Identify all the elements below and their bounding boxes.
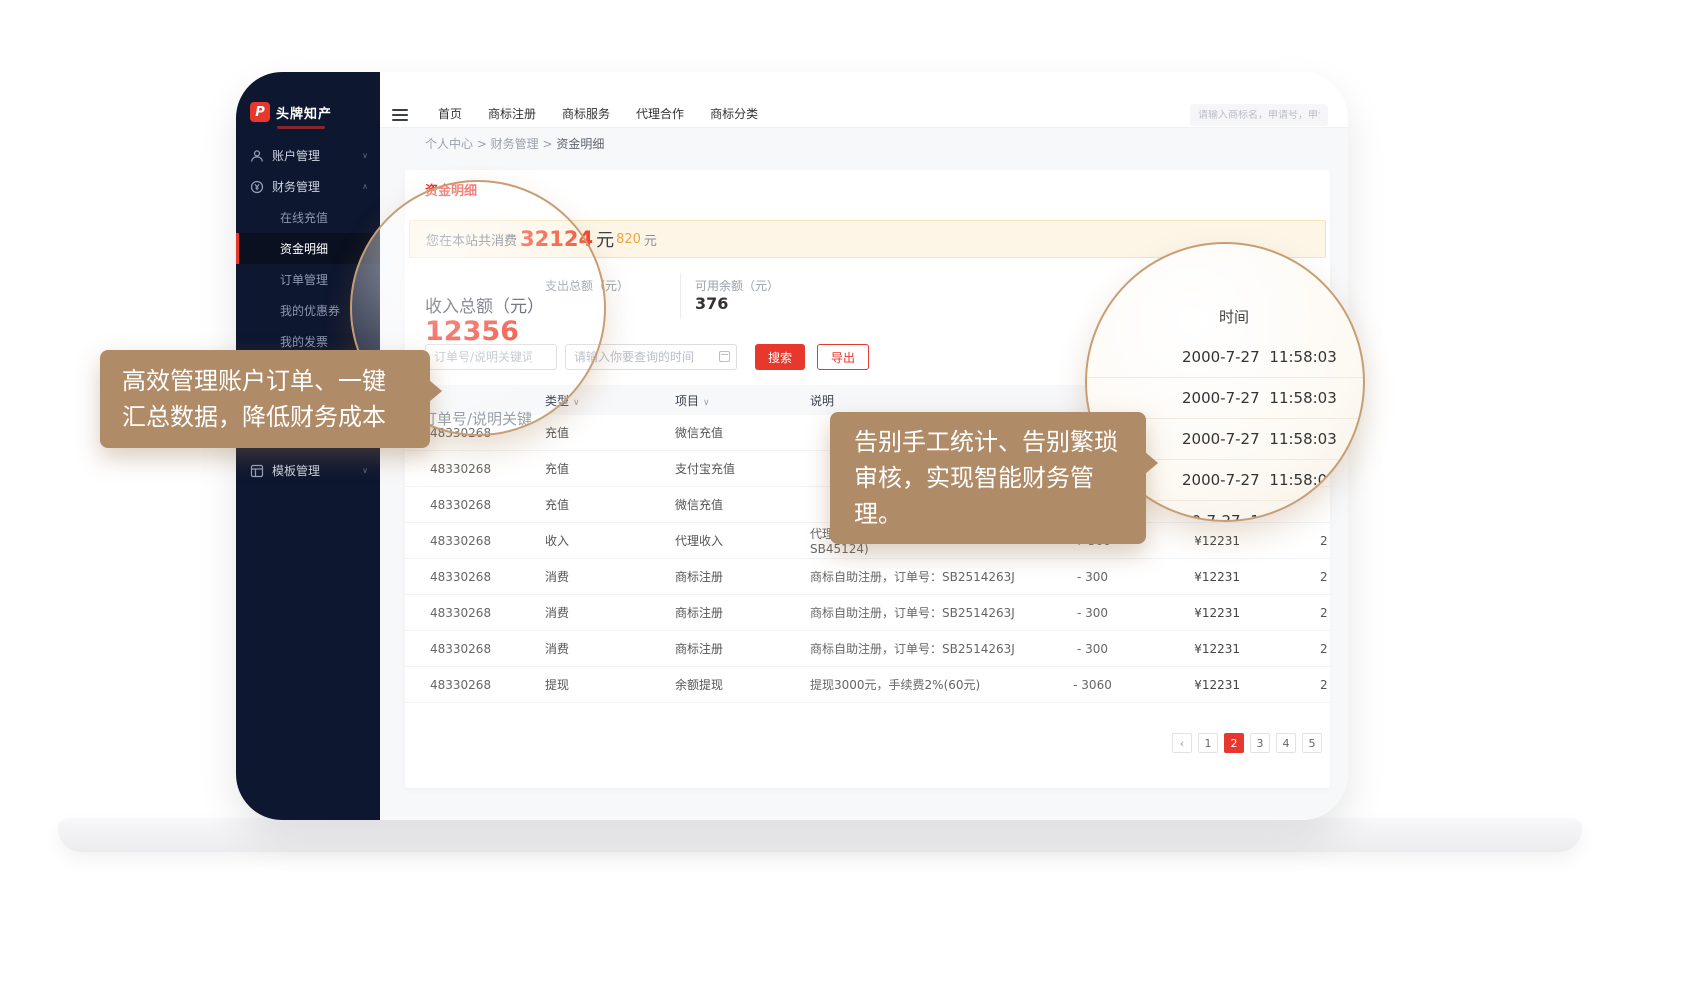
table-row: 48330268 消费 商标注册 商标自助注册，订单号：SB2514263J -…: [405, 631, 1330, 667]
table-row: 48330268 消费 商标注册 商标自助注册，订单号：SB2514263J -…: [405, 559, 1330, 595]
table-row: 48330268 提现 余额提现 提现3000元，手续费2%(60元) - 30…: [405, 667, 1330, 703]
calendar-icon: [719, 351, 730, 362]
callout-left: 高效管理账户订单、一键汇总数据，降低财务成本: [100, 350, 430, 448]
page: P 头牌知产 账户管理 ∨ 财务管理 ∧: [0, 0, 1696, 1002]
nav-trademark-service[interactable]: 商标服务: [562, 105, 610, 122]
logo-icon: P: [250, 102, 270, 122]
nav-trademark-register[interactable]: 商标注册: [488, 105, 536, 122]
balance-label: 可用余额（元）: [695, 277, 779, 294]
sort-icon: ∨: [703, 398, 710, 408]
user-icon: [250, 149, 264, 163]
nav-trademark-class[interactable]: 商标分类: [710, 105, 758, 122]
banner-small-amount: 820: [616, 232, 641, 247]
breadcrumb: 个人中心 > 财务管理 > 资金明细: [425, 135, 604, 152]
banner-unit: 元: [596, 226, 614, 252]
chevron-up-icon: ∧: [362, 182, 368, 191]
pagination-page-5[interactable]: 5: [1302, 733, 1322, 753]
breadcrumb-current: 资金明细: [556, 137, 604, 151]
table-row: 48330268 消费 商标注册 商标自助注册，订单号：SB2514263J -…: [405, 595, 1330, 631]
magnified-keyword-placeholder: 订单号/说明关键: [422, 408, 532, 429]
stats-divider: [680, 273, 681, 319]
sidebar-item-label: 账户管理: [272, 147, 320, 164]
pagination-page-3[interactable]: 3: [1250, 733, 1270, 753]
sidebar-item-label: 模板管理: [272, 462, 320, 479]
sidebar-item-templates[interactable]: 模板管理 ∨: [236, 455, 380, 486]
logo: P 头牌知产: [250, 102, 380, 122]
laptop-base: [58, 818, 1582, 852]
top-search-input[interactable]: [1198, 110, 1320, 121]
nav-home[interactable]: 首页: [438, 105, 462, 122]
sidebar-item-finance[interactable]: 财务管理 ∧: [236, 171, 380, 202]
top-nav: 首页 商标注册 商标服务 代理合作 商标分类: [438, 105, 758, 122]
template-icon: [250, 464, 264, 478]
time-column-header: 时间: [1087, 306, 1363, 327]
top-search[interactable]: [1190, 104, 1328, 126]
header-desc: 说明: [810, 392, 1055, 409]
pagination-page-4[interactable]: 4: [1276, 733, 1296, 753]
chevron-down-icon: ∨: [362, 151, 368, 160]
pagination-page-2[interactable]: 2: [1224, 733, 1244, 753]
pagination: ‹ 1 2 3 4 5: [1172, 733, 1322, 753]
pagination-prev[interactable]: ‹: [1172, 733, 1192, 753]
hamburger-icon[interactable]: [392, 109, 408, 124]
header-project[interactable]: 项目∨: [675, 392, 810, 409]
top-navbar: 首页 商标注册 商标服务 代理合作 商标分类: [380, 72, 1348, 128]
balance-value: 376: [695, 294, 728, 313]
banner-small-unit: 元: [644, 230, 657, 249]
sidebar-item-account[interactable]: 账户管理 ∨: [236, 140, 380, 171]
logo-subtext: [277, 126, 325, 129]
sort-icon: ∨: [573, 398, 580, 408]
nav-agent-coop[interactable]: 代理合作: [636, 105, 684, 122]
pagination-page-1[interactable]: 1: [1198, 733, 1218, 753]
callout-right: 告别手工统计、告别繁琐审核，实现智能财务管理。: [830, 412, 1146, 544]
chevron-down-icon: ∨: [362, 466, 368, 475]
time-cell: 2000-7-27 11:58:03: [1087, 337, 1363, 378]
search-button[interactable]: 搜索: [755, 344, 805, 370]
sidebar-item-recharge[interactable]: 在线充值: [236, 202, 380, 233]
sidebar-item-label: 财务管理: [272, 178, 320, 195]
finance-icon: [250, 180, 264, 194]
export-button[interactable]: 导出: [817, 344, 869, 370]
logo-title: 头牌知产: [276, 103, 332, 122]
